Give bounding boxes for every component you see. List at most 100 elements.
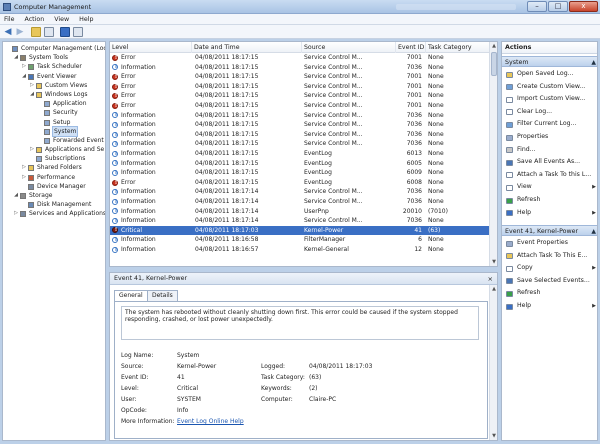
actions-section-system[interactable]: System ▲ — [502, 56, 597, 68]
forward-arrow-icon[interactable]: ▶ — [15, 27, 25, 37]
event-row[interactable]: ! Error 04/08/2011 18:17:15 Service Control… — [110, 72, 490, 82]
menu-view[interactable]: View — [50, 14, 73, 25]
column-source[interactable]: Source — [302, 42, 396, 53]
menu-action[interactable]: Action — [21, 14, 49, 25]
event-log-online-help-link[interactable]: Event Log Online Help — [177, 418, 244, 426]
tree-item[interactable]: Disk Management — [3, 200, 105, 209]
expand-toggle-icon[interactable]: ▷ — [21, 173, 27, 182]
action-help[interactable]: Help ▶ — [502, 207, 597, 220]
action-attach-a-task-to-this-l[interactable]: Attach a Task To this L... — [502, 169, 597, 182]
event-row[interactable]: i Information 04/08/2011 18:17:15 Service C… — [110, 120, 490, 130]
tree-item[interactable]: ◢ Storage — [3, 191, 105, 200]
event-row[interactable]: ! Error 04/08/2011 18:17:15 Service Control… — [110, 82, 490, 92]
event-row[interactable]: ! Error 04/08/2011 18:17:15 Service Control… — [110, 101, 490, 111]
action-attach-task-to-this-e[interactable]: Attach Task To This E... — [502, 250, 597, 263]
action-save-selected-events[interactable]: Save Selected Events... — [502, 275, 597, 288]
show-hide-tree-icon[interactable] — [44, 27, 54, 37]
tree-item[interactable]: Computer Management (Local — [3, 44, 105, 53]
event-row[interactable]: ! Error 04/08/2011 18:17:15 EventLog 6008 Non… — [110, 178, 490, 188]
tree-item[interactable]: ▷ Services and Applications — [3, 209, 105, 218]
tree-item[interactable]: Setup — [3, 118, 105, 127]
action-create-custom-view[interactable]: Create Custom View... — [502, 81, 597, 94]
up-folder-icon[interactable] — [31, 27, 41, 37]
tab-details[interactable]: Details — [147, 290, 178, 301]
event-row[interactable]: i Information 04/08/2011 18:17:15 Service C… — [110, 111, 490, 121]
event-row[interactable]: i Information 04/08/2011 18:17:14 Service C… — [110, 216, 490, 226]
expand-toggle-icon[interactable]: ◢ — [13, 53, 19, 62]
tree-item[interactable]: Security — [3, 108, 105, 117]
event-row[interactable]: i Information 04/08/2011 18:17:14 Service C… — [110, 187, 490, 197]
event-row[interactable]: i Information 04/08/2011 18:17:14 UserPnp 20… — [110, 207, 490, 217]
action-help[interactable]: Help ▶ — [502, 300, 597, 313]
column-task-category[interactable]: Task Category — [426, 42, 490, 53]
back-arrow-icon[interactable]: ◀ — [3, 27, 13, 37]
help-icon[interactable] — [60, 27, 70, 37]
event-row[interactable]: ! Critical 04/08/2011 18:17:03 Kernel-Power… — [110, 225, 490, 236]
expand-toggle-icon[interactable]: ▷ — [29, 81, 35, 90]
column-level[interactable]: Level — [110, 42, 192, 53]
expand-toggle-icon[interactable]: ◢ — [21, 72, 27, 81]
tree-item[interactable]: Forwarded Event — [3, 136, 105, 145]
event-row[interactable]: i Information 04/08/2011 18:17:15 Service C… — [110, 130, 490, 140]
event-row[interactable]: i Information 04/08/2011 18:16:57 Kernel-Ge… — [110, 245, 490, 255]
action-event-properties[interactable]: Event Properties — [502, 237, 597, 250]
event-row[interactable]: i Information 04/08/2011 18:17:15 EventLog 6… — [110, 149, 490, 159]
maximize-button[interactable]: □ — [548, 1, 568, 12]
minimize-button[interactable]: – — [527, 1, 547, 12]
column-event-id[interactable]: Event ID — [396, 42, 426, 53]
action-properties[interactable]: Properties — [502, 131, 597, 144]
expand-toggle-icon[interactable]: ▷ — [13, 209, 19, 218]
expand-toggle-icon[interactable]: ◢ — [13, 191, 19, 200]
event-row[interactable]: i Information 04/08/2011 18:17:15 EventLog 6… — [110, 159, 490, 169]
tree-item[interactable]: Subscriptions — [3, 154, 105, 163]
event-row[interactable]: ! Error 04/08/2011 18:17:15 Service Control… — [110, 53, 490, 63]
tree-item[interactable]: Application — [3, 99, 105, 108]
expand-toggle-icon[interactable]: ◢ — [29, 90, 35, 99]
action-clear-log[interactable]: Clear Log... — [502, 106, 597, 119]
action-find[interactable]: Find... — [502, 144, 597, 157]
expand-toggle-icon[interactable]: ▷ — [21, 163, 27, 172]
action-copy[interactable]: Copy ▶ — [502, 262, 597, 275]
column-date-time[interactable]: Date and Time — [192, 42, 302, 53]
close-icon[interactable]: × — [488, 273, 493, 285]
collapse-chevron-icon[interactable]: ▲ — [591, 226, 596, 237]
expand-toggle-icon[interactable]: ▷ — [21, 62, 27, 71]
action-import-custom-view[interactable]: Import Custom View... — [502, 93, 597, 106]
event-list-scrollbar[interactable]: ▲ ▼ — [489, 42, 497, 266]
close-button[interactable]: x — [569, 1, 598, 12]
action-save-all-events-as[interactable]: Save All Events As... — [502, 156, 597, 169]
expand-toggle-icon[interactable]: ▷ — [29, 145, 35, 154]
tree-item[interactable]: ▷ Applications and Se — [3, 145, 105, 154]
tree-item[interactable]: Device Manager — [3, 182, 105, 191]
menu-file[interactable]: File — [0, 14, 19, 25]
tree-item[interactable]: ▷ Task Scheduler — [3, 62, 105, 71]
action-open-saved-log[interactable]: Open Saved Log... — [502, 68, 597, 81]
action-pane-icon[interactable] — [73, 27, 83, 37]
scroll-down-arrow-icon[interactable]: ▼ — [490, 258, 497, 266]
event-row[interactable]: i Information 04/08/2011 18:17:15 EventLog 6… — [110, 168, 490, 178]
action-filter-current-log[interactable]: Filter Current Log... — [502, 118, 597, 131]
event-row[interactable]: ! Error 04/08/2011 18:17:15 Service Control… — [110, 91, 490, 101]
tree-item[interactable]: ◢ Windows Logs — [3, 90, 105, 99]
scroll-thumb[interactable] — [491, 52, 497, 76]
menu-help[interactable]: Help — [75, 14, 97, 25]
tree-item[interactable]: ▷ Performance — [3, 173, 105, 182]
actions-section-event[interactable]: Event 41, Kernel-Power ▲ — [502, 225, 597, 237]
event-row[interactable]: i Information 04/08/2011 18:17:14 Service C… — [110, 197, 490, 207]
tree-item[interactable]: ◢ Event Viewer — [3, 72, 105, 81]
action-refresh[interactable]: Refresh — [502, 194, 597, 207]
detail-scrollbar[interactable]: ▲ ▼ — [489, 285, 497, 440]
scroll-up-arrow-icon[interactable]: ▲ — [490, 42, 497, 50]
tree-item[interactable]: ◢ System Tools — [3, 53, 105, 62]
collapse-chevron-icon[interactable]: ▲ — [591, 57, 596, 68]
action-refresh[interactable]: Refresh — [502, 287, 597, 300]
tree-item[interactable]: ▷ Custom Views — [3, 81, 105, 90]
detail-scroll-down-arrow-icon[interactable]: ▼ — [490, 432, 497, 440]
event-row[interactable]: i Information 04/08/2011 18:17:15 Service C… — [110, 139, 490, 149]
event-row[interactable]: i Information 04/08/2011 18:17:15 Service C… — [110, 63, 490, 73]
action-view[interactable]: View ▶ — [502, 181, 597, 194]
tree-item[interactable]: System — [3, 125, 105, 137]
event-row[interactable]: i Information 04/08/2011 18:16:58 FilterMan… — [110, 235, 490, 245]
tree-item[interactable]: ▷ Shared Folders — [3, 163, 105, 172]
event-message[interactable]: The system has rebooted without cleanly … — [121, 306, 479, 340]
